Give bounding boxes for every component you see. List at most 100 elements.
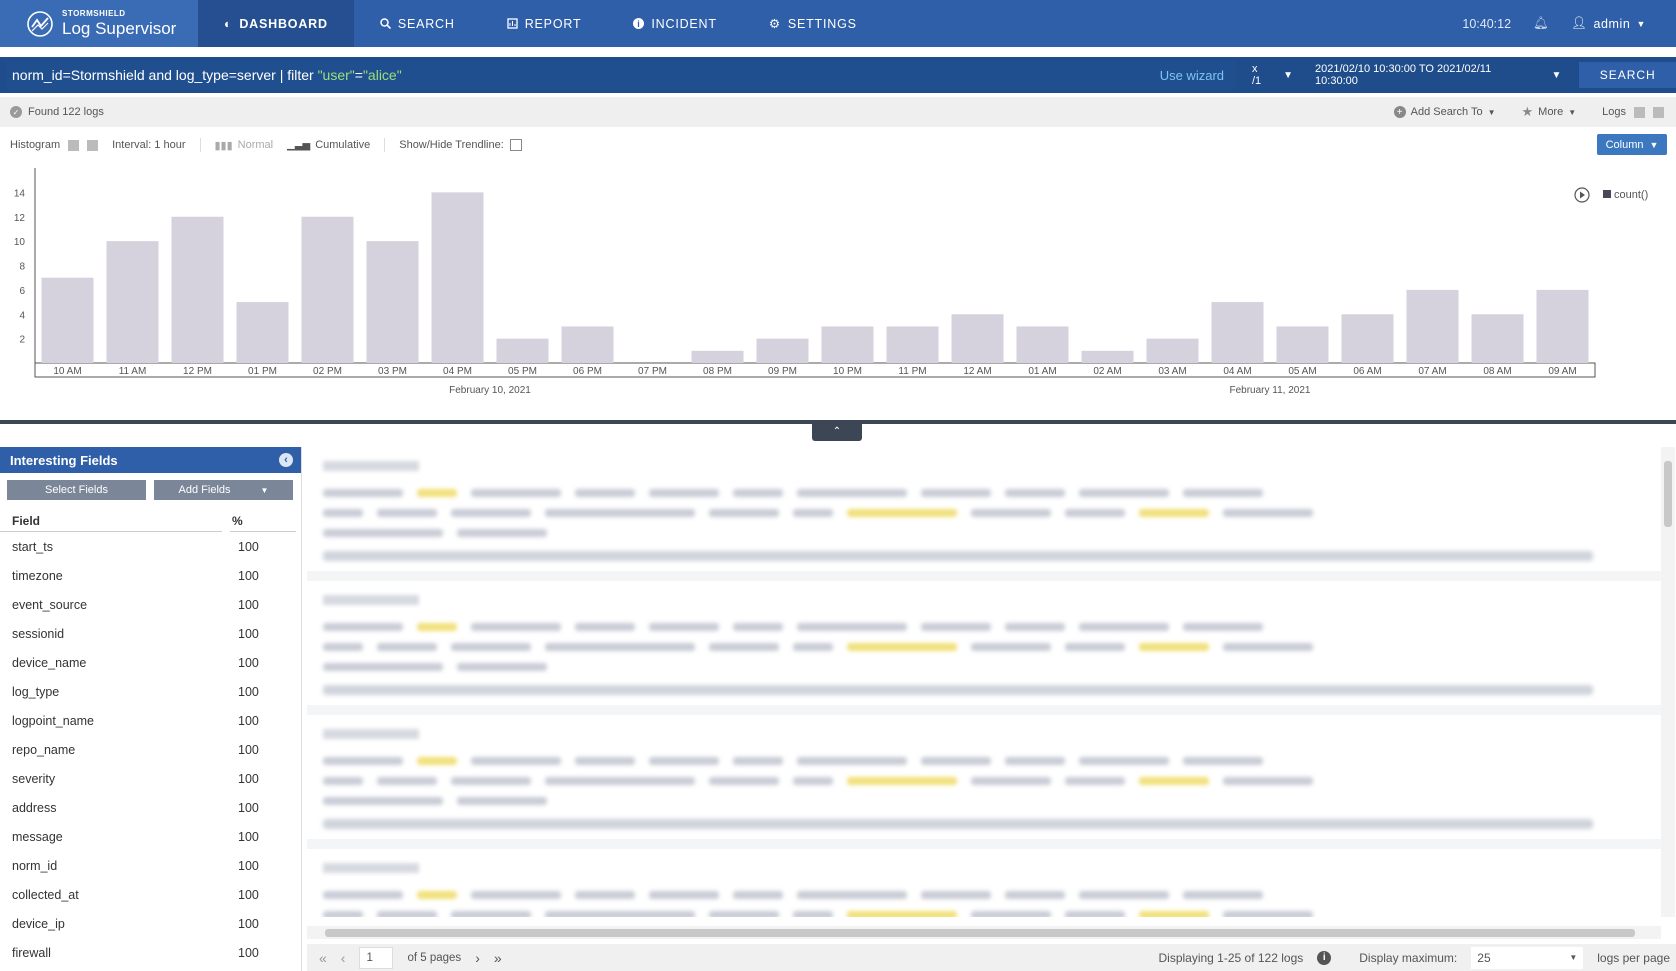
histogram-bar[interactable] (366, 241, 419, 363)
histogram-bar[interactable] (1536, 289, 1589, 363)
log-field-value[interactable] (847, 509, 957, 517)
log-field-value[interactable] (1183, 891, 1263, 899)
histogram-bar[interactable] (1211, 302, 1264, 363)
time-range-selector[interactable]: 2021/02/10 10:30:00 TO 2021/02/11 10:30:… (1315, 63, 1561, 87)
bell-icon[interactable]: 🔔︎ (1533, 16, 1549, 31)
log-field-value[interactable] (649, 757, 719, 765)
log-field-value[interactable] (1005, 623, 1065, 631)
log-field-value[interactable] (323, 529, 443, 537)
log-field-value[interactable] (471, 757, 561, 765)
histogram-bar[interactable] (1276, 326, 1329, 363)
play-icon[interactable] (1574, 187, 1590, 203)
log-field-value[interactable] (1139, 509, 1209, 517)
log-field-value[interactable] (1005, 489, 1065, 497)
field-name[interactable]: severity (0, 772, 230, 786)
tab-settings[interactable]: ⚙ SETTINGS (743, 0, 883, 47)
tab-report[interactable]: REPORT (481, 0, 608, 47)
log-field-value[interactable] (921, 623, 991, 631)
histogram-bar[interactable] (1406, 289, 1459, 363)
field-row[interactable]: log_type 100 (0, 677, 301, 706)
log-field-value[interactable] (417, 489, 457, 497)
collapse-chart-button[interactable]: ⌃ (812, 422, 862, 441)
log-field-value[interactable] (323, 891, 403, 899)
log-field-value[interactable] (545, 509, 695, 517)
log-field-value[interactable] (733, 623, 783, 631)
field-name[interactable]: repo_name (0, 743, 230, 757)
log-field-value[interactable] (471, 891, 561, 899)
log-field-value[interactable] (1183, 623, 1263, 631)
interval-selector[interactable]: Interval: 1 hour (112, 139, 185, 151)
log-field-value[interactable] (323, 643, 363, 651)
log-field-value[interactable] (323, 509, 363, 517)
log-field-value[interactable] (709, 643, 779, 651)
field-name[interactable]: device_name (0, 656, 230, 670)
normal-mode-button[interactable]: ▮▮▮ Normal (215, 139, 274, 152)
single-view-icon[interactable] (1653, 106, 1664, 118)
log-field-value[interactable] (545, 777, 695, 785)
log-field-value[interactable] (1079, 891, 1169, 899)
next-page-icon[interactable]: › (475, 950, 480, 966)
log-field-value[interactable] (847, 911, 957, 917)
log-field-value[interactable] (377, 777, 437, 785)
field-name[interactable]: message (0, 830, 230, 844)
collapse-panel-icon[interactable]: ‹ (279, 453, 293, 467)
log-field-value[interactable] (471, 489, 561, 497)
log-field-value[interactable] (323, 911, 363, 917)
field-name[interactable]: timezone (0, 569, 230, 583)
log-entry[interactable] (307, 447, 1661, 581)
split-view-icon[interactable] (1634, 106, 1645, 118)
log-field-value[interactable] (1223, 643, 1313, 651)
field-row[interactable]: event_source 100 (0, 590, 301, 619)
histogram-bar[interactable] (1081, 350, 1134, 363)
log-field-value[interactable] (417, 891, 457, 899)
histogram-bar[interactable] (301, 216, 354, 363)
histogram-bar[interactable] (561, 326, 614, 363)
log-field-value[interactable] (451, 777, 531, 785)
split-selector[interactable]: x /1 ▼ (1252, 63, 1293, 87)
last-page-icon[interactable]: » (494, 950, 502, 966)
log-field-value[interactable] (1079, 757, 1169, 765)
log-field-value[interactable] (709, 911, 779, 917)
add-search-to-menu[interactable]: + Add Search To ▼ (1393, 106, 1496, 118)
use-wizard-link[interactable]: Use wizard (1160, 68, 1224, 83)
log-field-value[interactable] (733, 489, 783, 497)
field-row[interactable]: device_ip 100 (0, 909, 301, 938)
log-field-value[interactable] (797, 757, 907, 765)
field-name[interactable]: start_ts (0, 540, 230, 554)
log-field-value[interactable] (545, 643, 695, 651)
log-field-value[interactable] (1065, 777, 1125, 785)
log-field-value[interactable] (847, 643, 957, 651)
log-field-value[interactable] (709, 509, 779, 517)
field-row[interactable]: message 100 (0, 822, 301, 851)
log-field-value[interactable] (451, 509, 531, 517)
log-field-value[interactable] (1223, 911, 1313, 917)
app-logo[interactable]: STORMSHIELD Log Supervisor (0, 0, 198, 47)
chart-type-dropdown[interactable]: Column ▼ (1597, 134, 1667, 155)
log-field-value[interactable] (1223, 509, 1313, 517)
first-page-icon[interactable]: « (319, 950, 327, 966)
more-menu[interactable]: ★ More ▼ (1522, 104, 1577, 120)
log-field-value[interactable] (797, 489, 907, 497)
log-field-value[interactable] (323, 757, 403, 765)
log-field-value[interactable] (1079, 489, 1169, 497)
log-field-value[interactable] (1005, 891, 1065, 899)
field-name[interactable]: norm_id (0, 859, 230, 873)
log-field-value[interactable] (417, 757, 457, 765)
field-row[interactable]: timezone 100 (0, 561, 301, 590)
field-row[interactable]: severity 100 (0, 764, 301, 793)
log-field-value[interactable] (1139, 643, 1209, 651)
log-field-value[interactable] (709, 777, 779, 785)
log-field-value[interactable] (971, 643, 1051, 651)
info-icon[interactable]: i (1317, 950, 1332, 965)
log-field-value[interactable] (649, 623, 719, 631)
log-field-value[interactable] (733, 891, 783, 899)
log-field-value[interactable] (1079, 623, 1169, 631)
column-header-field[interactable]: Field (0, 510, 222, 532)
field-name[interactable]: firewall (0, 946, 230, 960)
logs-view-toggle[interactable]: Logs (1602, 106, 1664, 118)
field-row[interactable]: collected_at 100 (0, 880, 301, 909)
log-field-value[interactable] (1065, 509, 1125, 517)
field-row[interactable]: repo_name 100 (0, 735, 301, 764)
scroll-thumb[interactable] (325, 929, 1635, 937)
log-field-value[interactable] (971, 509, 1051, 517)
